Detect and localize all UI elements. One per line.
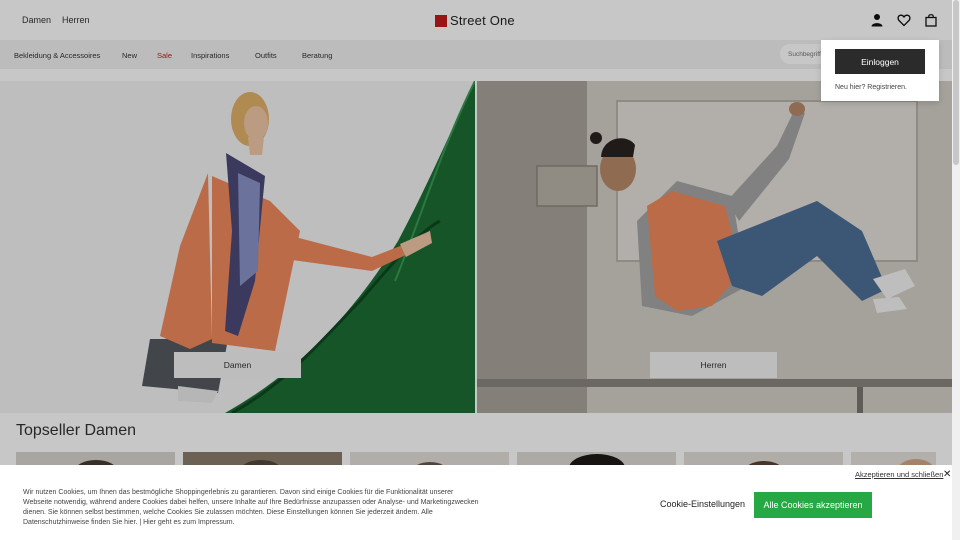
accept-and-close-link[interactable]: Akzeptieren und schließen [855, 470, 943, 479]
nav-item-clothing[interactable]: Bekleidung & Accessoires [14, 51, 100, 60]
close-icon[interactable]: ✕ [943, 469, 951, 480]
nav-item-new[interactable]: New [122, 51, 137, 60]
section-title-topseller: Topseller Damen [16, 422, 137, 439]
page-scrollbar[interactable] [952, 0, 960, 540]
top-header: Damen Herren Street One [0, 0, 952, 40]
accept-all-cookies-button[interactable]: Alle Cookies akzeptieren [754, 492, 872, 518]
scrollbar-thumb[interactable] [953, 0, 959, 165]
hero-men[interactable]: Herren [477, 81, 952, 413]
cookie-text: Wir nutzen Cookies, um Ihnen das bestmög… [23, 489, 479, 526]
nav-item-outfits[interactable]: Outfits [255, 51, 277, 60]
hero-men-button[interactable]: Herren [650, 352, 777, 378]
hero-women-button[interactable]: Damen [174, 352, 301, 378]
brand-logo[interactable]: Street One [435, 13, 515, 28]
register-link[interactable]: Neu hier? Registrieren. [835, 84, 907, 91]
heart-icon[interactable] [897, 13, 911, 27]
nav-item-sale[interactable]: Sale [157, 51, 172, 60]
cookie-banner: Wir nutzen Cookies, um Ihnen das bestmög… [0, 465, 952, 540]
user-icon[interactable] [870, 13, 884, 27]
top-link-herren[interactable]: Herren [62, 15, 90, 25]
login-dropdown: Einloggen Neu hier? Registrieren. [821, 40, 939, 101]
brand-name: Street One [450, 13, 515, 28]
top-link-damen[interactable]: Damen [22, 15, 51, 25]
login-button[interactable]: Einloggen [835, 49, 925, 74]
shopping-bag-icon[interactable] [924, 13, 938, 27]
nav-item-inspirations[interactable]: Inspirations [191, 51, 229, 60]
nav-item-beratung[interactable]: Beratung [302, 51, 332, 60]
logo-mark [435, 14, 447, 27]
cookie-settings-button[interactable]: Cookie-Einstellungen [660, 499, 745, 509]
hero-women[interactable]: Damen [0, 81, 475, 413]
